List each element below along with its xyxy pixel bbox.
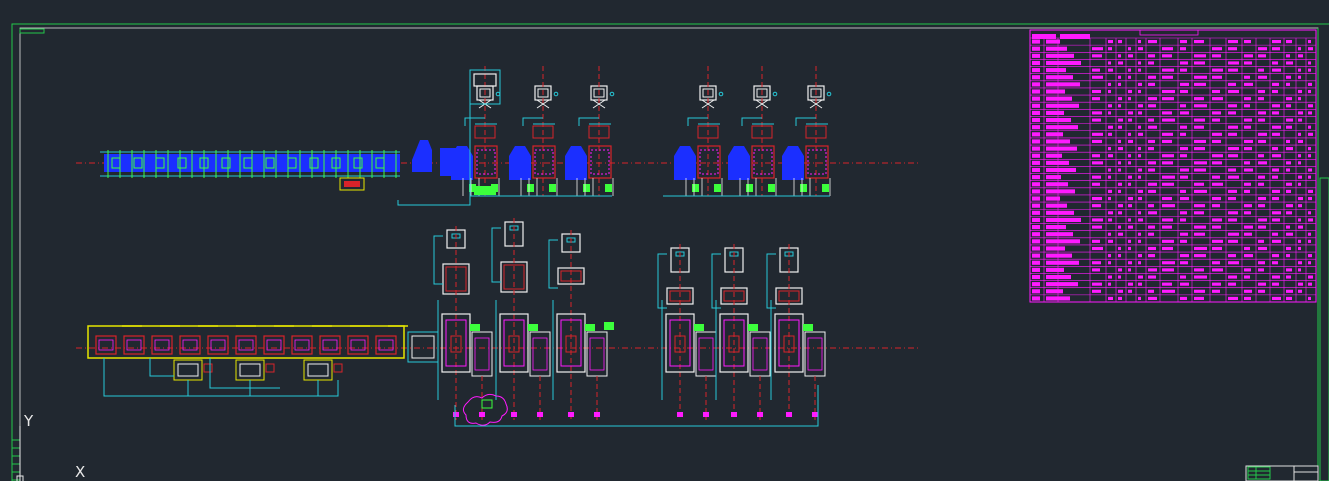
upper-conveyor	[100, 150, 400, 191]
ucs-axis-icon	[16, 426, 24, 481]
ucs-y-label: Y	[24, 412, 34, 430]
lower-pipe-manifold	[454, 385, 819, 427]
lower-left-pipework	[103, 358, 339, 397]
title-block[interactable]	[1245, 465, 1319, 481]
lower-bench	[87, 325, 408, 359]
ucs-x-label: X	[75, 463, 86, 481]
lower-aux-units	[173, 359, 343, 381]
right-edge-ruler	[1319, 177, 1329, 481]
upper-reactor-groups-left	[412, 66, 615, 196]
drawing-canvas[interactable]	[0, 0, 1329, 481]
frame-corner-marker	[19, 28, 45, 34]
upper-reactor-groups-right	[674, 66, 832, 196]
lower-process-groups-left	[407, 218, 614, 420]
revision-cloud	[462, 393, 508, 426]
lower-process-groups-right	[657, 244, 826, 420]
left-edge-ruler	[11, 439, 21, 481]
equipment-list-table[interactable]	[1029, 29, 1317, 303]
